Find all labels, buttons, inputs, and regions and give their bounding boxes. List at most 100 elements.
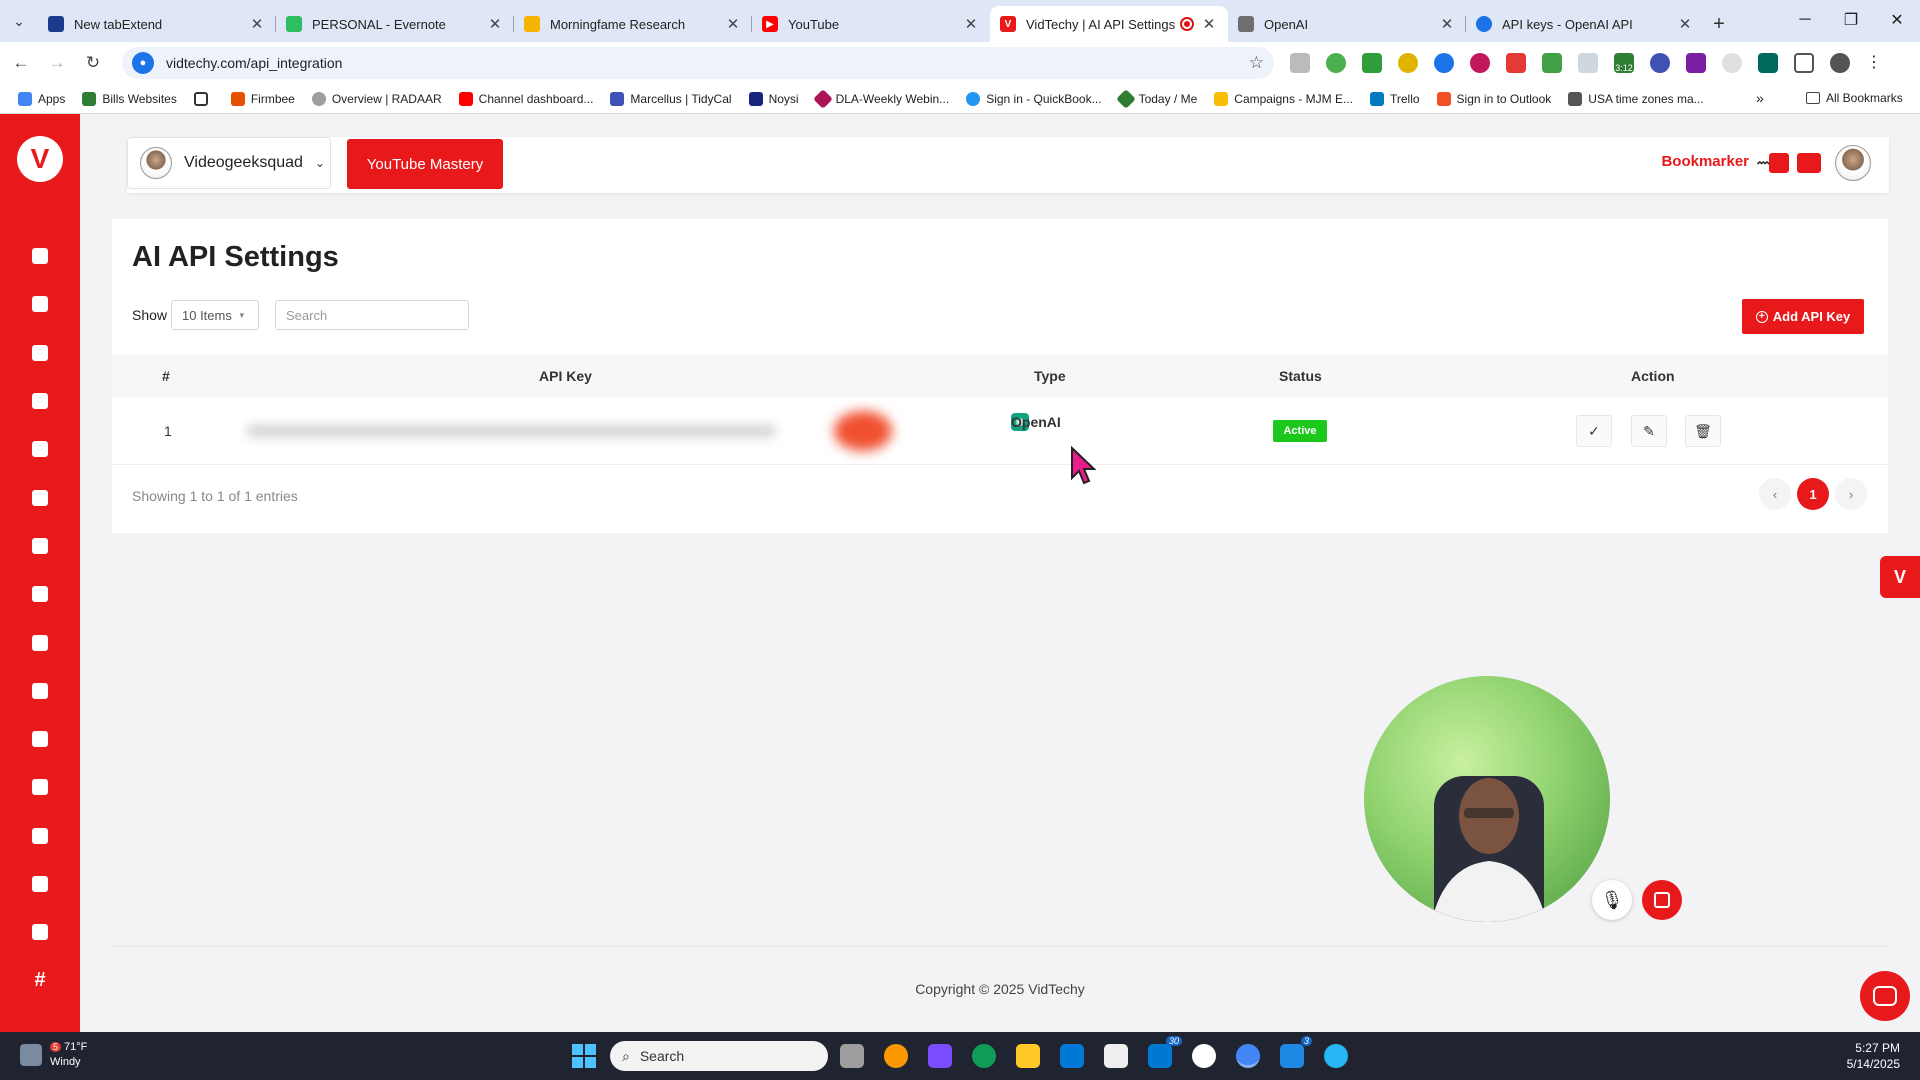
bookmark-apps[interactable]: Apps xyxy=(18,91,65,106)
new-tab-button[interactable]: + xyxy=(1704,6,1734,42)
sidebar-item-research[interactable] xyxy=(20,570,60,618)
app-icon[interactable] xyxy=(1324,1044,1348,1068)
close-icon[interactable]: ✕ xyxy=(962,15,980,33)
minimize-icon[interactable]: ─ xyxy=(1782,0,1828,40)
menu-kebab-icon[interactable]: ⋮ xyxy=(1866,53,1882,73)
dell-icon[interactable] xyxy=(1192,1044,1216,1068)
bookmarks-overflow-icon[interactable]: » xyxy=(1756,90,1764,106)
bookmark-firmbee[interactable]: Firmbee xyxy=(230,91,295,106)
tab-morningfame[interactable]: Morningfame Research ✕ xyxy=(514,6,752,42)
sidebar-item-editor[interactable] xyxy=(20,473,60,521)
add-api-key-button[interactable]: + Add API Key xyxy=(1742,299,1864,334)
tab-newtabextend[interactable]: New tabExtend ✕ xyxy=(38,6,276,42)
bookmark-grid[interactable] xyxy=(193,91,214,106)
chat-widget-button[interactable] xyxy=(1860,971,1910,1021)
tab-youtube[interactable]: ▶ YouTube ✕ xyxy=(752,6,990,42)
webcam-overlay[interactable] xyxy=(1364,676,1610,922)
extension-icon[interactable] xyxy=(1758,53,1778,73)
sidebar-item-notes[interactable] xyxy=(20,667,60,715)
close-icon[interactable]: ✕ xyxy=(724,15,742,33)
restore-icon[interactable]: ❐ xyxy=(1828,0,1874,40)
extension-icon[interactable] xyxy=(1650,53,1670,73)
sidebar-item-player[interactable] xyxy=(20,329,60,377)
tab-api-keys[interactable]: API keys - OpenAI API ✕ xyxy=(1466,6,1704,42)
close-icon[interactable]: ✕ xyxy=(248,15,266,33)
test-key-button[interactable]: ✓ xyxy=(1576,415,1612,447)
stop-recording-button[interactable] xyxy=(1642,880,1682,920)
puzzle-extensions-icon[interactable] xyxy=(1794,53,1814,73)
copilot-icon[interactable] xyxy=(928,1044,952,1068)
extension-icon[interactable] xyxy=(1290,53,1310,73)
extension-icon[interactable] xyxy=(1470,53,1490,73)
close-window-icon[interactable]: ✕ xyxy=(1874,0,1920,40)
extension-icon[interactable] xyxy=(1722,53,1742,73)
profile-icon[interactable] xyxy=(1830,53,1850,73)
bookmark-campaigns[interactable]: Campaigns - MJM E... xyxy=(1214,91,1353,106)
url-text[interactable]: vidtechy.com/api_integration xyxy=(166,55,1249,71)
extension-icon[interactable] xyxy=(1398,53,1418,73)
youtube-mastery-button[interactable]: YouTube Mastery xyxy=(347,139,503,189)
bookmark-timezones[interactable]: USA time zones ma... xyxy=(1568,91,1704,106)
workspace-selector[interactable]: Videogeeksquad ⌄ xyxy=(127,137,331,189)
vidtechy-floating-button[interactable]: V xyxy=(1880,556,1920,598)
vidtechy-logo[interactable]: V xyxy=(17,136,63,182)
sidebar-item-reports[interactable] xyxy=(20,618,60,666)
all-bookmarks[interactable]: All Bookmarks xyxy=(1806,91,1903,105)
microphone-button[interactable]: 🎙 xyxy=(1592,880,1632,920)
bookmark-tidycal[interactable]: Marcellus | TidyCal xyxy=(610,91,732,106)
taskbar-search[interactable]: ⌕ Search xyxy=(610,1041,828,1071)
sidebar-item-tags[interactable] xyxy=(20,908,60,956)
tab-evernote[interactable]: PERSONAL - Evernote ✕ xyxy=(276,6,514,42)
store-icon[interactable] xyxy=(1104,1044,1128,1068)
pagination-page-1[interactable]: 1 xyxy=(1797,478,1829,510)
tab-vidtechy[interactable]: V VidTechy | AI API Settings ✕ xyxy=(990,6,1228,42)
extension-icon[interactable] xyxy=(1326,53,1346,73)
pen-extension-icon[interactable] xyxy=(1506,53,1526,73)
sidebar-item-calendar[interactable] xyxy=(20,425,60,473)
sidebar-item-videos[interactable] xyxy=(20,280,60,328)
close-icon[interactable]: ✕ xyxy=(1438,15,1456,33)
sidebar-item-schedule[interactable] xyxy=(20,812,60,860)
search-input[interactable] xyxy=(275,300,469,330)
back-icon[interactable]: ← xyxy=(6,53,36,73)
bookmark-icon[interactable] xyxy=(1769,153,1789,173)
tab-search-button[interactable]: ⌄ xyxy=(0,0,38,42)
chrome-icon[interactable] xyxy=(1236,1044,1260,1068)
bookmark-quickbooks[interactable]: Sign in - QuickBook... xyxy=(966,91,1102,106)
bookmark-channel-dashboard[interactable]: Channel dashboard... xyxy=(458,91,593,106)
pagination-next[interactable]: › xyxy=(1835,478,1867,510)
outlook-icon[interactable] xyxy=(1060,1044,1084,1068)
edge-icon[interactable] xyxy=(972,1044,996,1068)
bookmark-noysi[interactable]: Noysi xyxy=(748,91,799,106)
bookmark-bills[interactable]: Bills Websites xyxy=(82,91,177,106)
sidebar-item-tasks[interactable] xyxy=(20,860,60,908)
file-explorer-icon[interactable] xyxy=(1016,1044,1040,1068)
bookmark-outlook[interactable]: Sign in to Outlook xyxy=(1436,91,1551,106)
task-view-icon[interactable] xyxy=(840,1044,864,1068)
site-info-icon[interactable]: ● xyxy=(132,52,154,74)
sidebar-item-analytics[interactable] xyxy=(20,522,60,570)
bookmark-today[interactable]: Today / Me xyxy=(1115,88,1197,109)
pagination-prev[interactable]: ‹ xyxy=(1759,478,1791,510)
extension-icon[interactable] xyxy=(1686,53,1706,73)
tab-openai[interactable]: OpenAI ✕ xyxy=(1228,6,1466,42)
bookmark-dla[interactable]: DLA-Weekly Webin... xyxy=(812,88,949,109)
address-bar[interactable]: ● vidtechy.com/api_integration ☆ xyxy=(122,47,1274,79)
extension-icon[interactable] xyxy=(1434,53,1454,73)
messenger-icon[interactable]: 3 xyxy=(1280,1036,1312,1068)
close-icon[interactable]: ✕ xyxy=(1200,15,1218,33)
timer-extension-icon[interactable]: 3:12 xyxy=(1614,53,1634,73)
checkmark-extension-icon[interactable] xyxy=(1362,53,1382,73)
inbox-icon[interactable] xyxy=(1797,153,1821,173)
reload-icon[interactable]: ↻ xyxy=(78,53,108,73)
page-size-select[interactable]: 10 Items ▼ xyxy=(171,300,259,330)
bookmark-radaar[interactable]: Overview | RADAAR xyxy=(311,91,442,106)
bookmarker-link[interactable]: Bookmarker xyxy=(1661,153,1749,170)
weather-widget[interactable]: 5 71°F Windy xyxy=(20,1040,87,1070)
bookmark-trello[interactable]: Trello xyxy=(1369,91,1420,106)
bookmark-star-icon[interactable]: ☆ xyxy=(1249,53,1264,73)
forward-icon[interactable]: → xyxy=(42,53,72,73)
sidebar-item-stats[interactable] xyxy=(20,763,60,811)
close-icon[interactable]: ✕ xyxy=(486,15,504,33)
system-clock[interactable]: 5:27 PM 5/14/2025 xyxy=(1847,1040,1900,1072)
